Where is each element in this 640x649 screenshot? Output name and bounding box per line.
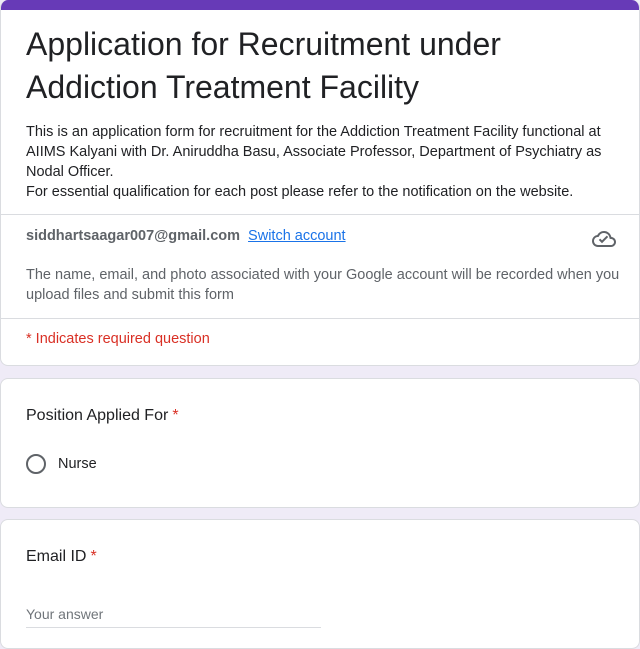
switch-account-link[interactable]: Switch account [248,228,346,244]
email-answer-input[interactable] [26,600,321,628]
radio-option-label: Nurse [58,456,97,472]
required-asterisk: * [172,407,179,424]
cloud-check-icon [592,227,616,251]
required-asterisk: * [90,548,97,565]
form-description: This is an application form for recruitm… [26,122,616,202]
question-card-email: Email ID * [0,519,640,649]
account-row: siddhartsaagar007@gmail.com Switch accou… [26,227,586,245]
form-description-line: For essential qualification for each pos… [26,184,574,200]
radio-option-nurse[interactable]: Nurse [26,454,97,474]
form-title: Application for Recruitment under Addict… [26,26,501,105]
question-title: Position Applied For * [26,406,179,426]
account-divider [1,318,639,319]
required-note: * Indicates required question [26,331,210,347]
radio-button[interactable] [26,454,46,474]
privacy-note: The name, email, and photo associated wi… [26,267,620,303]
question-title: Email ID * [26,547,97,567]
question-title-text: Email ID [26,548,87,565]
header-accent-bar [1,0,639,10]
form-description-line: This is an application form for recruitm… [26,124,602,180]
form-header-card: Application for Recruitment under Addict… [0,0,640,366]
question-title-text: Position Applied For [26,407,169,424]
account-email: siddhartsaagar007@gmail.com [26,228,241,244]
header-divider [1,214,639,215]
question-card-position: Position Applied For * Nurse [0,378,640,508]
